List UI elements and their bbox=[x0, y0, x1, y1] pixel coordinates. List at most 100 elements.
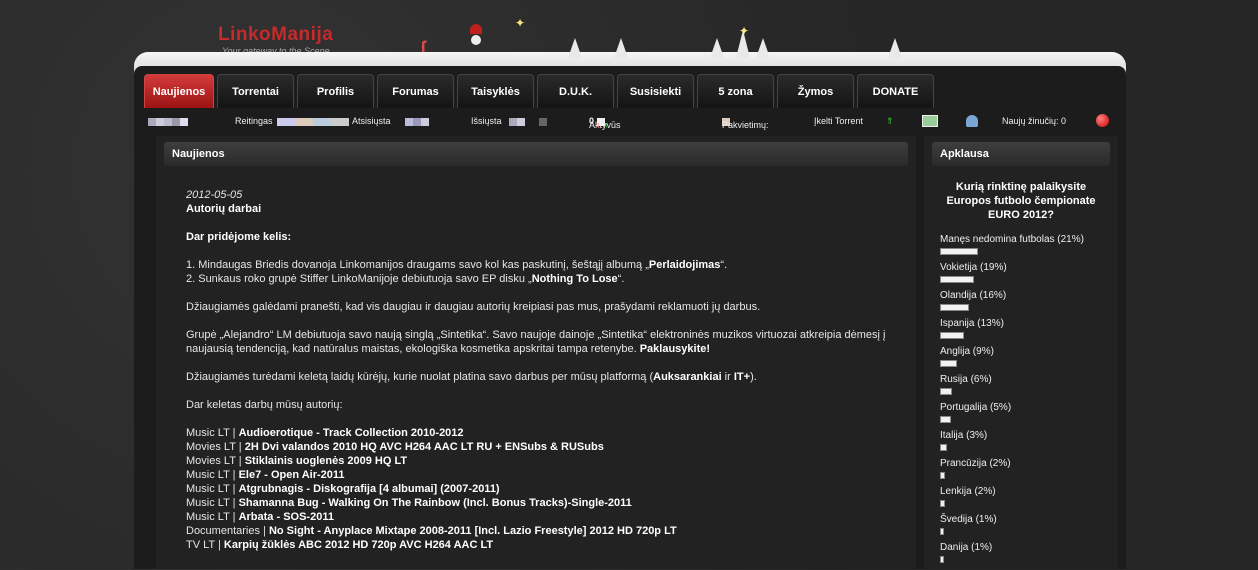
poll-heading: Apklausa bbox=[932, 142, 1110, 166]
uploaded-value bbox=[509, 116, 547, 126]
tree-icon bbox=[756, 38, 770, 58]
poll-option: Rusija (6%) bbox=[940, 374, 1118, 402]
it-plus-link[interactable]: IT+ bbox=[734, 371, 750, 383]
poll-option: Vokietija (19%) bbox=[940, 262, 1118, 290]
upload-torrent-link[interactable]: Įkelti Torrent bbox=[814, 116, 863, 126]
work-link[interactable]: 2H Dvi valandos 2010 HQ AVC H264 AAC LT … bbox=[245, 441, 604, 453]
poll-option: Danija (1%) bbox=[940, 542, 1118, 570]
friends-icon[interactable] bbox=[966, 115, 978, 127]
poll-option-label: Prancūzija (2%) bbox=[940, 458, 1011, 469]
work-link[interactable]: Atgrubnagis - Diskografija [4 albumai] (… bbox=[239, 483, 500, 495]
tab-zymos[interactable]: Žymos bbox=[777, 74, 854, 108]
poll-option-label: Ispanija (13%) bbox=[940, 318, 1004, 329]
poll-bar bbox=[940, 556, 944, 563]
poll-option-label: Švedija (1%) bbox=[940, 514, 997, 525]
mail-icon[interactable] bbox=[922, 115, 938, 127]
poll-option: Švedija (1%) bbox=[940, 514, 1118, 542]
poll-bar bbox=[940, 500, 945, 507]
rating-value bbox=[277, 116, 349, 126]
poll-option: Lenkija (2%) bbox=[940, 486, 1118, 514]
poll-bar bbox=[940, 360, 957, 367]
poll-option-label: Rusija (6%) bbox=[940, 374, 992, 385]
poll-option-label: Danija (1%) bbox=[940, 542, 993, 553]
work-link[interactable]: Shamanna Bug - Walking On The Rainbow (I… bbox=[239, 497, 632, 509]
tab-duk[interactable]: D.U.K. bbox=[537, 74, 614, 108]
list-item: Movies LT | Stiklainis uoglenės 2009 HQ … bbox=[186, 455, 408, 467]
poll-bar bbox=[940, 444, 947, 451]
list-item: Documentaries | No Sight - Anyplace Mixt… bbox=[186, 525, 677, 537]
username-pixelated[interactable] bbox=[148, 116, 188, 126]
poll-options: Manęs nedomina futbolas (21%) Vokietija (… bbox=[924, 234, 1118, 570]
poll-option-label: Portugalija (5%) bbox=[940, 402, 1012, 413]
poll-panel: Apklausa Kurią rinktinę palaikysite Euro… bbox=[924, 136, 1118, 569]
tree-icon bbox=[614, 38, 628, 58]
auksarankiai-link[interactable]: Auksarankiai bbox=[653, 371, 721, 383]
poll-option-label: Anglija (9%) bbox=[940, 346, 994, 357]
active-label: Aktyvūs 0 ↓ ↑ bbox=[589, 116, 621, 130]
list-item: Music LT | Atgrubnagis - Diskografija [4… bbox=[186, 483, 500, 495]
tree-icon bbox=[888, 38, 902, 58]
tab-torrentai[interactable]: Torrentai bbox=[217, 74, 294, 108]
work-link[interactable]: Arbata - SOS-2011 bbox=[239, 511, 334, 523]
list-item: Music LT | Ele7 - Open Air-2011 bbox=[186, 469, 345, 481]
tab-susisiekti[interactable]: Susisiekti bbox=[617, 74, 694, 108]
new-messages-label[interactable]: Naujų žinučių: 0 bbox=[1002, 116, 1066, 126]
downloaded-label: Atsisiųsta bbox=[352, 116, 391, 126]
work-link[interactable]: Stiklainis uoglenės 2009 HQ LT bbox=[245, 455, 407, 467]
poll-bar bbox=[940, 276, 974, 283]
header-banner: LinkoManija Your gateway to the Scene ✦ … bbox=[0, 0, 1258, 74]
poll-option: Prancūzija (2%) bbox=[940, 458, 1118, 486]
downloaded-value bbox=[405, 116, 429, 126]
main-nav: Naujienos Torrentai Profilis Forumas Tai… bbox=[144, 74, 934, 108]
list-item: Movies LT | 2H Dvi valandos 2010 HQ AVC … bbox=[186, 441, 604, 453]
news-content: 2012-05-05 Autorių darbai Dar pridėjome … bbox=[186, 188, 906, 552]
news-panel: Naujienos 2012-05-05 Autorių darbai Dar … bbox=[156, 136, 916, 569]
site-logo[interactable]: LinkoManija bbox=[218, 24, 333, 46]
news-date: 2012-05-05 bbox=[186, 189, 243, 201]
work-link[interactable]: Karpių žūklės ABC 2012 HD 720p AVC H264 … bbox=[224, 539, 493, 551]
poll-bar bbox=[940, 332, 964, 339]
poll-option-label: Olandija (16%) bbox=[940, 290, 1007, 301]
news-paragraph-group: Grupė „Alejandro“ LM debiutuoja savo nau… bbox=[186, 329, 886, 355]
poll-option: Ispanija (13%) bbox=[940, 318, 1118, 346]
tab-donate[interactable]: DONATE bbox=[857, 74, 934, 108]
poll-option-label: Italija (3%) bbox=[940, 430, 988, 441]
logout-icon[interactable] bbox=[1096, 114, 1109, 127]
work-link[interactable]: Ele7 - Open Air-2011 bbox=[239, 469, 345, 481]
listen-link[interactable]: Paklausykite! bbox=[640, 343, 710, 355]
poll-option: Anglija (9%) bbox=[940, 346, 1118, 374]
star-icon: ✦ bbox=[515, 16, 526, 30]
work-link[interactable]: No Sight - Anyplace Mixtape 2008-2011 [I… bbox=[269, 525, 677, 537]
poll-bar bbox=[940, 528, 944, 535]
poll-option: Olandija (16%) bbox=[940, 290, 1118, 318]
tab-5-zona[interactable]: 5 zona bbox=[697, 74, 774, 108]
uploaded-label: Išsiųsta bbox=[471, 116, 502, 126]
works-list: Music LT | Audioerotique - Track Collect… bbox=[186, 426, 906, 552]
tree-icon bbox=[710, 38, 724, 58]
rating-label: Reitingas bbox=[235, 116, 273, 126]
news-paragraph-more: Dar keletas darbų mūsų autorių: bbox=[186, 399, 343, 411]
news-item-1: 1. Mindaugas Briedis dovanoja Linkomanij… bbox=[186, 259, 728, 271]
poll-bar bbox=[940, 304, 969, 311]
tab-profilis[interactable]: Profilis bbox=[297, 74, 374, 108]
poll-option: Manęs nedomina futbolas (21%) bbox=[940, 234, 1118, 262]
list-item: Music LT | Arbata - SOS-2011 bbox=[186, 511, 334, 523]
tree-icon bbox=[736, 30, 750, 58]
user-status-bar: Reitingas Atsisiųsta Išsiųsta Aktyvūs 0 … bbox=[144, 112, 1116, 132]
upload-arrow-icon: ⇑ bbox=[886, 116, 894, 126]
list-item: Music LT | Audioerotique - Track Collect… bbox=[186, 427, 464, 439]
news-subtitle: Autorių darbai bbox=[186, 203, 262, 215]
tab-forumas[interactable]: Forumas bbox=[377, 74, 454, 108]
poll-option-label: Manęs nedomina futbolas (21%) bbox=[940, 234, 1084, 245]
work-link[interactable]: Audioerotique - Track Collection 2010-20… bbox=[239, 427, 464, 439]
tree-icon bbox=[568, 38, 582, 58]
tab-naujienos[interactable]: Naujienos bbox=[144, 74, 214, 108]
news-added: Dar pridėjome kelis: bbox=[186, 231, 292, 243]
poll-option: Italija (3%) bbox=[940, 430, 1118, 458]
poll-bar bbox=[940, 248, 978, 255]
poll-question: Kurią rinktinę palaikysite Europos futbo… bbox=[946, 181, 1096, 221]
poll-bar bbox=[940, 416, 951, 423]
tab-taisykles[interactable]: Taisyklės bbox=[457, 74, 534, 108]
invites-label: Pakvietimų: bbox=[722, 116, 769, 130]
poll-option: Portugalija (5%) bbox=[940, 402, 1118, 430]
